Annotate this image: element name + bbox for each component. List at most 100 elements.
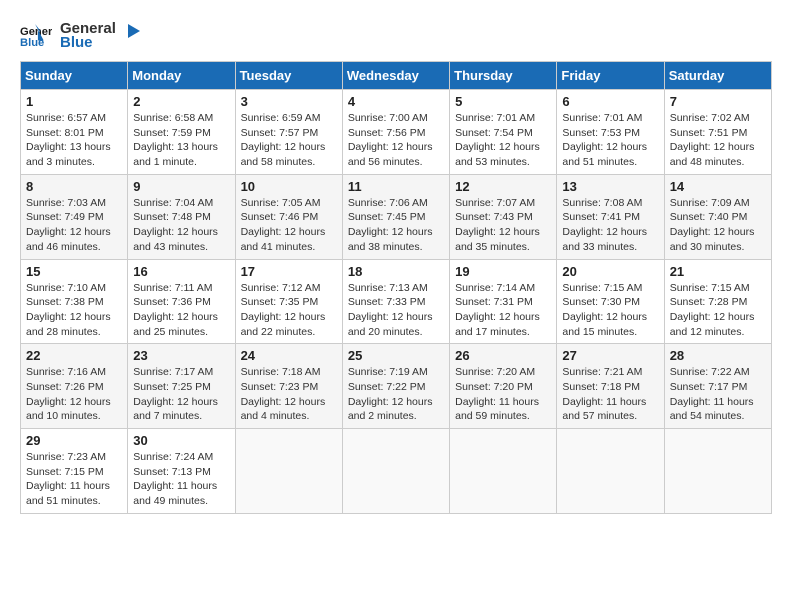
calendar-day-cell [342, 429, 449, 514]
logo: General Blue General Blue [20, 20, 144, 51]
day-number: 16 [133, 264, 229, 279]
day-info: Sunrise: 7:02 AM Sunset: 7:51 PM Dayligh… [670, 111, 766, 170]
calendar-day-cell: 29 Sunrise: 7:23 AM Sunset: 7:15 PM Dayl… [21, 429, 128, 514]
day-info: Sunrise: 7:24 AM Sunset: 7:13 PM Dayligh… [133, 450, 229, 509]
day-info: Sunrise: 6:58 AM Sunset: 7:59 PM Dayligh… [133, 111, 229, 170]
calendar-day-cell: 10 Sunrise: 7:05 AM Sunset: 7:46 PM Dayl… [235, 174, 342, 259]
day-info: Sunrise: 7:01 AM Sunset: 7:53 PM Dayligh… [562, 111, 658, 170]
day-info: Sunrise: 7:11 AM Sunset: 7:36 PM Dayligh… [133, 281, 229, 340]
calendar-day-cell: 9 Sunrise: 7:04 AM Sunset: 7:48 PM Dayli… [128, 174, 235, 259]
calendar-day-cell: 11 Sunrise: 7:06 AM Sunset: 7:45 PM Dayl… [342, 174, 449, 259]
day-info: Sunrise: 7:06 AM Sunset: 7:45 PM Dayligh… [348, 196, 444, 255]
day-number: 15 [26, 264, 122, 279]
day-number: 9 [133, 179, 229, 194]
day-info: Sunrise: 7:04 AM Sunset: 7:48 PM Dayligh… [133, 196, 229, 255]
day-number: 25 [348, 348, 444, 363]
day-number: 11 [348, 179, 444, 194]
day-info: Sunrise: 7:15 AM Sunset: 7:30 PM Dayligh… [562, 281, 658, 340]
day-number: 26 [455, 348, 551, 363]
day-info: Sunrise: 6:57 AM Sunset: 8:01 PM Dayligh… [26, 111, 122, 170]
calendar-day-cell: 22 Sunrise: 7:16 AM Sunset: 7:26 PM Dayl… [21, 344, 128, 429]
day-info: Sunrise: 7:03 AM Sunset: 7:49 PM Dayligh… [26, 196, 122, 255]
day-info: Sunrise: 7:19 AM Sunset: 7:22 PM Dayligh… [348, 365, 444, 424]
calendar-day-cell: 19 Sunrise: 7:14 AM Sunset: 7:31 PM Dayl… [450, 259, 557, 344]
calendar-day-cell: 5 Sunrise: 7:01 AM Sunset: 7:54 PM Dayli… [450, 90, 557, 175]
day-number: 17 [241, 264, 337, 279]
day-number: 7 [670, 94, 766, 109]
calendar-table: SundayMondayTuesdayWednesdayThursdayFrid… [20, 61, 772, 514]
day-info: Sunrise: 7:17 AM Sunset: 7:25 PM Dayligh… [133, 365, 229, 424]
day-number: 20 [562, 264, 658, 279]
calendar-day-cell: 26 Sunrise: 7:20 AM Sunset: 7:20 PM Dayl… [450, 344, 557, 429]
page-header: General Blue General Blue [20, 20, 772, 51]
header-day-tuesday: Tuesday [235, 62, 342, 90]
calendar-week-row: 1 Sunrise: 6:57 AM Sunset: 8:01 PM Dayli… [21, 90, 772, 175]
day-info: Sunrise: 7:18 AM Sunset: 7:23 PM Dayligh… [241, 365, 337, 424]
calendar-day-cell: 16 Sunrise: 7:11 AM Sunset: 7:36 PM Dayl… [128, 259, 235, 344]
calendar-day-cell: 24 Sunrise: 7:18 AM Sunset: 7:23 PM Dayl… [235, 344, 342, 429]
day-info: Sunrise: 7:23 AM Sunset: 7:15 PM Dayligh… [26, 450, 122, 509]
header-day-monday: Monday [128, 62, 235, 90]
day-info: Sunrise: 7:05 AM Sunset: 7:46 PM Dayligh… [241, 196, 337, 255]
day-info: Sunrise: 7:01 AM Sunset: 7:54 PM Dayligh… [455, 111, 551, 170]
day-info: Sunrise: 7:22 AM Sunset: 7:17 PM Dayligh… [670, 365, 766, 424]
calendar-day-cell: 18 Sunrise: 7:13 AM Sunset: 7:33 PM Dayl… [342, 259, 449, 344]
day-number: 13 [562, 179, 658, 194]
day-number: 24 [241, 348, 337, 363]
header-day-wednesday: Wednesday [342, 62, 449, 90]
day-info: Sunrise: 7:14 AM Sunset: 7:31 PM Dayligh… [455, 281, 551, 340]
calendar-day-cell: 28 Sunrise: 7:22 AM Sunset: 7:17 PM Dayl… [664, 344, 771, 429]
svg-text:General: General [20, 25, 52, 37]
day-info: Sunrise: 7:10 AM Sunset: 7:38 PM Dayligh… [26, 281, 122, 340]
calendar-day-cell [235, 429, 342, 514]
day-info: Sunrise: 7:15 AM Sunset: 7:28 PM Dayligh… [670, 281, 766, 340]
calendar-day-cell: 1 Sunrise: 6:57 AM Sunset: 8:01 PM Dayli… [21, 90, 128, 175]
calendar-week-row: 22 Sunrise: 7:16 AM Sunset: 7:26 PM Dayl… [21, 344, 772, 429]
calendar-day-cell: 23 Sunrise: 7:17 AM Sunset: 7:25 PM Dayl… [128, 344, 235, 429]
day-info: Sunrise: 7:21 AM Sunset: 7:18 PM Dayligh… [562, 365, 658, 424]
calendar-day-cell: 14 Sunrise: 7:09 AM Sunset: 7:40 PM Dayl… [664, 174, 771, 259]
day-number: 5 [455, 94, 551, 109]
calendar-day-cell: 8 Sunrise: 7:03 AM Sunset: 7:49 PM Dayli… [21, 174, 128, 259]
day-info: Sunrise: 7:09 AM Sunset: 7:40 PM Dayligh… [670, 196, 766, 255]
calendar-week-row: 15 Sunrise: 7:10 AM Sunset: 7:38 PM Dayl… [21, 259, 772, 344]
calendar-day-cell: 20 Sunrise: 7:15 AM Sunset: 7:30 PM Dayl… [557, 259, 664, 344]
day-number: 29 [26, 433, 122, 448]
calendar-week-row: 8 Sunrise: 7:03 AM Sunset: 7:49 PM Dayli… [21, 174, 772, 259]
header-day-saturday: Saturday [664, 62, 771, 90]
calendar-day-cell: 21 Sunrise: 7:15 AM Sunset: 7:28 PM Dayl… [664, 259, 771, 344]
day-number: 2 [133, 94, 229, 109]
calendar-day-cell: 13 Sunrise: 7:08 AM Sunset: 7:41 PM Dayl… [557, 174, 664, 259]
day-info: Sunrise: 7:16 AM Sunset: 7:26 PM Dayligh… [26, 365, 122, 424]
day-number: 8 [26, 179, 122, 194]
day-number: 19 [455, 264, 551, 279]
calendar-week-row: 29 Sunrise: 7:23 AM Sunset: 7:15 PM Dayl… [21, 429, 772, 514]
header-day-sunday: Sunday [21, 62, 128, 90]
day-number: 22 [26, 348, 122, 363]
day-info: Sunrise: 7:07 AM Sunset: 7:43 PM Dayligh… [455, 196, 551, 255]
day-number: 3 [241, 94, 337, 109]
calendar-day-cell [557, 429, 664, 514]
day-number: 23 [133, 348, 229, 363]
calendar-day-cell [450, 429, 557, 514]
calendar-day-cell: 12 Sunrise: 7:07 AM Sunset: 7:43 PM Dayl… [450, 174, 557, 259]
day-number: 21 [670, 264, 766, 279]
calendar-day-cell: 3 Sunrise: 6:59 AM Sunset: 7:57 PM Dayli… [235, 90, 342, 175]
header-day-friday: Friday [557, 62, 664, 90]
day-number: 27 [562, 348, 658, 363]
day-info: Sunrise: 7:13 AM Sunset: 7:33 PM Dayligh… [348, 281, 444, 340]
calendar-header-row: SundayMondayTuesdayWednesdayThursdayFrid… [21, 62, 772, 90]
calendar-day-cell: 25 Sunrise: 7:19 AM Sunset: 7:22 PM Dayl… [342, 344, 449, 429]
calendar-day-cell: 30 Sunrise: 7:24 AM Sunset: 7:13 PM Dayl… [128, 429, 235, 514]
day-number: 1 [26, 94, 122, 109]
day-info: Sunrise: 7:00 AM Sunset: 7:56 PM Dayligh… [348, 111, 444, 170]
header-day-thursday: Thursday [450, 62, 557, 90]
day-number: 12 [455, 179, 551, 194]
day-info: Sunrise: 7:12 AM Sunset: 7:35 PM Dayligh… [241, 281, 337, 340]
calendar-day-cell: 17 Sunrise: 7:12 AM Sunset: 7:35 PM Dayl… [235, 259, 342, 344]
day-info: Sunrise: 6:59 AM Sunset: 7:57 PM Dayligh… [241, 111, 337, 170]
calendar-day-cell [664, 429, 771, 514]
logo-icon: General Blue [20, 22, 52, 50]
calendar-day-cell: 7 Sunrise: 7:02 AM Sunset: 7:51 PM Dayli… [664, 90, 771, 175]
calendar-day-cell: 6 Sunrise: 7:01 AM Sunset: 7:53 PM Dayli… [557, 90, 664, 175]
